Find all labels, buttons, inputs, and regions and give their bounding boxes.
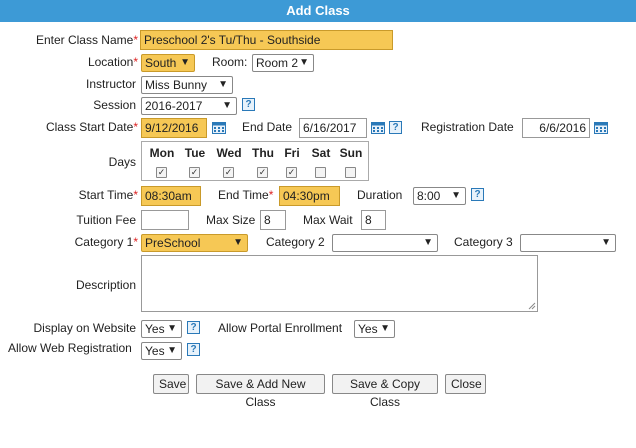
end-date-help-icon[interactable]: ? xyxy=(389,121,402,134)
days-label: Days xyxy=(108,155,136,169)
display-on-website-label: Display on Website xyxy=(33,321,137,335)
session-select[interactable]: 2016-2017 ▼ xyxy=(141,97,237,115)
location-label: Location* xyxy=(87,55,138,69)
end-time-label: End Time* xyxy=(218,188,274,202)
category2-select[interactable]: ▼ xyxy=(332,234,438,252)
max-size-input[interactable]: 8 xyxy=(260,210,286,230)
max-wait-input[interactable]: 8 xyxy=(361,210,386,230)
room-label: Room: xyxy=(212,55,248,69)
days-table: Mon Tue Wed Thu Fri Sat Sun ✓ ✓ ✓ ✓ ✓ xyxy=(141,141,369,181)
chevron-down-icon: ▼ xyxy=(451,190,461,201)
chevron-down-icon: ▼ xyxy=(423,237,433,248)
start-time-label: Start Time* xyxy=(78,188,138,202)
dialog-title: Add Class xyxy=(0,0,636,22)
end-date-input[interactable]: 6/16/2017 xyxy=(299,118,367,138)
chevron-down-icon: ▼ xyxy=(167,345,177,356)
calendar-icon[interactable] xyxy=(594,121,608,134)
day-checkbox-wed[interactable]: ✓ xyxy=(223,167,234,178)
day-checkbox-sat[interactable] xyxy=(315,167,326,178)
day-checkbox-thu[interactable]: ✓ xyxy=(257,167,268,178)
description-textarea[interactable] xyxy=(141,255,538,312)
start-date-input[interactable]: 9/12/2016 xyxy=(141,118,207,138)
chevron-down-icon: ▼ xyxy=(601,237,611,248)
allow-web-registration-help-icon[interactable]: ? xyxy=(187,343,200,356)
tuition-fee-input[interactable] xyxy=(141,210,189,230)
resize-grip-icon[interactable] xyxy=(528,302,536,310)
session-help-icon[interactable]: ? xyxy=(242,98,255,111)
calendar-icon[interactable] xyxy=(371,121,385,134)
allow-portal-enrollment-label: Allow Portal Enrollment xyxy=(218,321,343,335)
room-select[interactable]: Room 2 ▼ xyxy=(252,54,314,72)
chevron-down-icon: ▼ xyxy=(218,79,228,90)
display-on-website-help-icon[interactable]: ? xyxy=(187,321,200,334)
tuition-fee-label: Tuition Fee xyxy=(76,213,136,227)
day-label: Wed xyxy=(216,146,242,160)
chevron-down-icon: ▼ xyxy=(380,323,390,334)
class-name-label: Enter Class Name* xyxy=(35,33,138,47)
day-label: Sat xyxy=(311,146,331,160)
day-label: Sun xyxy=(339,146,363,160)
calendar-icon[interactable] xyxy=(212,121,226,134)
category1-select[interactable]: PreSchool ▼ xyxy=(141,234,248,252)
save-copy-button[interactable]: Save & Copy Class xyxy=(332,374,438,409)
class-name-input[interactable]: Preschool 2's Tu/Thu - Southside xyxy=(140,30,393,50)
chevron-down-icon: ▼ xyxy=(222,100,232,111)
description-label: Description xyxy=(75,278,136,292)
duration-help-icon[interactable]: ? xyxy=(471,188,484,201)
chevron-down-icon: ▼ xyxy=(299,57,309,68)
max-size-label: Max Size xyxy=(206,213,256,227)
display-on-website-select[interactable]: Yes ▼ xyxy=(141,320,182,338)
close-button[interactable]: Close xyxy=(445,374,486,394)
instructor-select[interactable]: Miss Bunny ▼ xyxy=(141,76,233,94)
day-checkbox-mon[interactable]: ✓ xyxy=(156,167,167,178)
end-time-input[interactable]: 04:30pm xyxy=(279,186,340,206)
day-checkbox-tue[interactable]: ✓ xyxy=(189,167,200,178)
day-label: Mon xyxy=(149,146,175,160)
session-label: Session xyxy=(93,98,136,112)
duration-select[interactable]: 8:00 ▼ xyxy=(413,187,466,205)
allow-web-registration-select[interactable]: Yes ▼ xyxy=(141,342,182,360)
category3-select[interactable]: ▼ xyxy=(520,234,616,252)
end-date-label: End Date xyxy=(242,120,293,134)
max-wait-label: Max Wait xyxy=(303,213,353,227)
day-checkbox-fri[interactable]: ✓ xyxy=(286,167,297,178)
category3-label: Category 3 xyxy=(454,235,513,249)
instructor-label: Instructor xyxy=(85,77,136,91)
registration-date-input[interactable]: 6/6/2016 xyxy=(522,118,590,138)
category2-label: Category 2 xyxy=(266,235,325,249)
day-label: Tue xyxy=(184,146,206,160)
location-select[interactable]: South ▼ xyxy=(141,54,195,72)
registration-date-label: Registration Date xyxy=(421,120,514,134)
duration-label: Duration xyxy=(357,188,403,202)
save-add-new-button[interactable]: Save & Add New Class xyxy=(196,374,325,409)
day-checkbox-sun[interactable] xyxy=(345,167,356,178)
save-button[interactable]: Save xyxy=(153,374,189,394)
chevron-down-icon: ▼ xyxy=(167,323,177,334)
chevron-down-icon: ▼ xyxy=(180,57,190,68)
start-date-label: Class Start Date* xyxy=(45,120,138,134)
allow-web-registration-label: Allow Web Registration xyxy=(8,341,132,355)
category1-label: Category 1* xyxy=(74,235,138,249)
allow-portal-enrollment-select[interactable]: Yes ▼ xyxy=(354,320,395,338)
chevron-down-icon: ▼ xyxy=(233,237,243,248)
start-time-input[interactable]: 08:30am xyxy=(141,186,201,206)
